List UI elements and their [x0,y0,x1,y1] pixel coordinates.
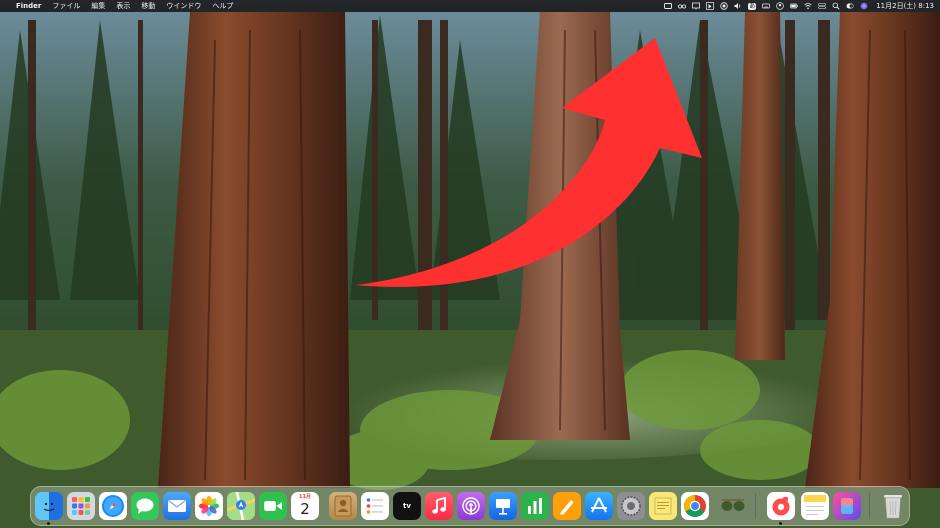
chrome-icon[interactable] [681,492,709,520]
photos-icon[interactable] [195,492,223,520]
keynote-icon[interactable] [489,492,517,520]
focus-toggle-icon[interactable] [846,2,854,10]
cursor-icon[interactable] [706,2,715,10]
control-center-icon[interactable] [818,2,827,10]
calendar-month-label: 11月 [299,494,311,500]
scrobbles-icon[interactable] [767,492,795,520]
trash-icon[interactable] [879,492,907,520]
dock-separator [869,493,870,519]
menu-view[interactable]: 表示 [116,0,130,12]
contacts-icon[interactable] [329,492,357,520]
calendar-icon[interactable]: 11月 2 [291,492,319,520]
battery-icon[interactable] [790,2,799,10]
siri-icon[interactable] [860,2,868,10]
music-icon[interactable] [425,492,453,520]
facetime-icon[interactable] [259,492,287,520]
menubar-clock[interactable]: 11月2日(土) 8:13 [876,0,934,12]
shortcuts-icon[interactable] [833,492,861,520]
menu-window[interactable]: ウインドウ [166,0,201,12]
pages-icon[interactable] [553,492,581,520]
wifi-icon[interactable] [804,2,812,10]
dock-separator [755,493,756,519]
tv-icon[interactable]: tv [393,492,421,520]
numbers-icon[interactable] [521,492,549,520]
finder-running-indicator [47,522,50,525]
notes-icon[interactable] [801,492,829,520]
desktop-wallpaper [0,0,940,528]
menu-file[interactable]: ファイル [52,0,80,12]
settings-icon[interactable] [617,492,645,520]
user-icon[interactable] [776,2,784,10]
safari-icon[interactable] [99,492,127,520]
spotlight-search-icon[interactable] [832,2,840,10]
messages-icon[interactable] [131,492,159,520]
display-icon[interactable] [692,2,701,10]
tv-label: tv [403,502,411,510]
scrobbles-running-indicator [779,522,782,525]
finder-icon[interactable] [35,492,63,520]
volume-icon[interactable] [734,2,742,10]
menu-help[interactable]: ヘルプ [212,0,233,12]
launchpad-icon[interactable] [67,492,95,520]
maps-icon[interactable] [227,492,255,520]
calendar-day-label: 2 [300,500,310,518]
input-method-indicator[interactable]: あ [748,2,757,10]
screen-share-icon[interactable] [664,2,673,10]
menu-app-name[interactable]: Finder [16,0,41,12]
menu-edit[interactable]: 編集 [91,0,105,12]
menu-go[interactable]: 移動 [141,0,155,12]
app-store-icon[interactable] [585,492,613,520]
accessibility-icon[interactable] [678,2,687,10]
menu-bar: Finder ファイル 編集 表示 移動 ウインドウ ヘルプ あ 11月2日(土… [0,0,940,12]
podcasts-icon[interactable] [457,492,485,520]
keyboard-icon[interactable] [762,2,771,10]
stickies-icon[interactable] [649,492,677,520]
sunglasses-icon[interactable] [719,492,747,520]
record-icon[interactable] [720,2,728,10]
reminders-icon[interactable] [361,492,389,520]
mail-icon[interactable] [163,492,191,520]
dock: 11月 2 tv [30,486,910,526]
